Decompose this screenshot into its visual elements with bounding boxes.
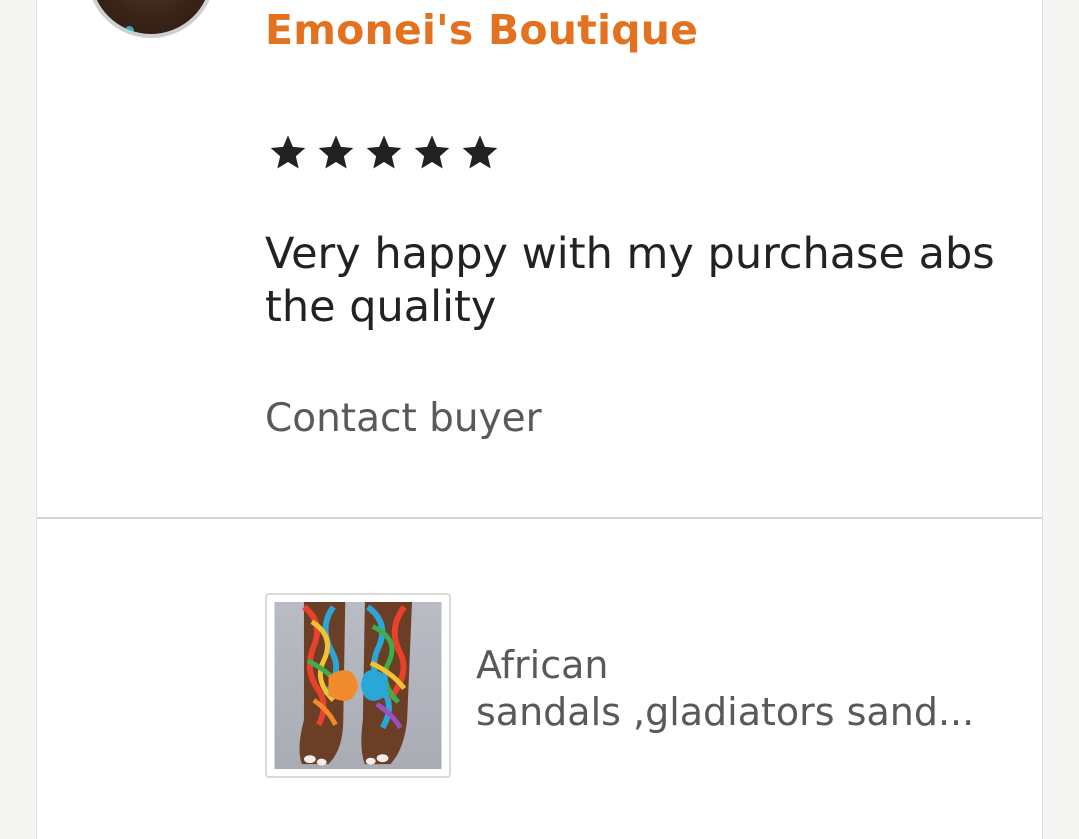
star-icon (366, 135, 402, 169)
shop-name-link[interactable]: Emonei's Boutique (265, 6, 698, 54)
product-title-line2: sandals ,gladiators sand... (476, 690, 975, 734)
sandals-image (274, 602, 442, 769)
shop-avatar[interactable] (87, 0, 215, 38)
star-icon (270, 135, 306, 169)
star-icon (318, 135, 354, 169)
review-card: Emonei's Boutique Very happy with my pur… (36, 0, 1043, 839)
star-icon (462, 135, 498, 169)
section-divider (37, 517, 1042, 519)
star-rating (267, 131, 501, 173)
avatar-accent (125, 26, 134, 34)
star-icon (414, 135, 450, 169)
product-title-link[interactable]: African sandals ,gladiators sand... (476, 642, 1016, 736)
review-text: Very happy with my purchase abs the qual… (265, 229, 995, 332)
product-thumbnail[interactable] (265, 593, 451, 778)
contact-buyer-link[interactable]: Contact buyer (265, 396, 542, 441)
product-title-line1: African (476, 643, 609, 687)
